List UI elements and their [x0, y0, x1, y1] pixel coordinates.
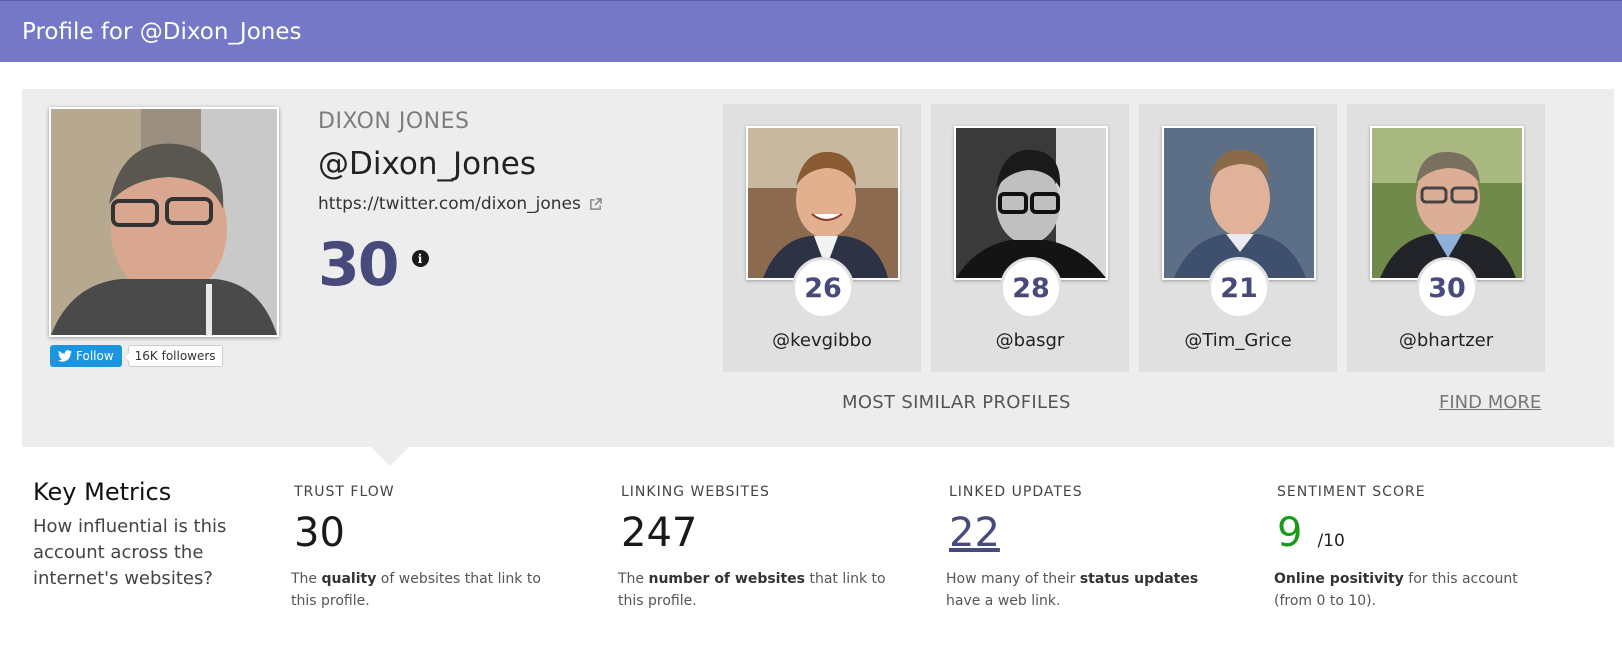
score-row: 30 i	[318, 230, 602, 300]
similar-profile-handle[interactable]: @Tim_Grice	[1139, 330, 1337, 351]
similar-profiles: 26 @kevgibbo 28 @basgr 21 @Tim_Grice 30 …	[723, 104, 1545, 372]
similar-profile-card[interactable]: 21 @Tim_Grice	[1139, 104, 1337, 372]
twitter-bird-icon	[58, 350, 72, 362]
profile-url-link[interactable]: https://twitter.com/dixon_jones	[318, 194, 581, 214]
similar-profile-handle[interactable]: @bhartzer	[1347, 330, 1545, 351]
metric-value: 30	[294, 510, 345, 556]
find-more-link[interactable]: FIND MORE	[1439, 392, 1541, 413]
profile-score: 30	[318, 230, 399, 300]
follow-button[interactable]: Follow	[50, 345, 122, 367]
metric-label: SENTIMENT SCORE	[1277, 484, 1426, 500]
metric-label: LINKING WEBSITES	[621, 484, 770, 500]
key-metrics-section: Key Metrics How influential is this acco…	[0, 470, 1622, 650]
metric-label: TRUST FLOW	[294, 484, 395, 500]
profile-real-name: DIXON JONES	[318, 109, 470, 134]
metric-description: Online positivity for this account (from…	[1274, 571, 1518, 609]
followers-count[interactable]: 16K followers	[122, 345, 223, 367]
similar-profile-handle[interactable]: @kevgibbo	[723, 330, 921, 351]
metric-label: LINKED UPDATES	[949, 484, 1083, 500]
info-icon[interactable]: i	[411, 250, 429, 267]
metric-description: How many of their status updates have a …	[946, 571, 1199, 609]
similar-profile-handle[interactable]: @basgr	[931, 330, 1129, 351]
metric-value-link[interactable]: 22	[949, 510, 1216, 556]
follow-label: Follow	[76, 349, 114, 363]
similar-profile-score: 28	[1000, 257, 1062, 319]
profile-info: DIXON JONES @Dixon_Jones https://twitter…	[318, 109, 602, 300]
metric-value: 9/10	[1277, 510, 1345, 556]
profile-handle: @Dixon_Jones	[318, 146, 536, 182]
external-link-icon[interactable]	[589, 197, 602, 211]
similar-profile-card[interactable]: 26 @kevgibbo	[723, 104, 921, 372]
profile-panel: Follow 16K followers DIXON JONES @Dixon_…	[22, 89, 1614, 466]
similar-profiles-title: MOST SIMILAR PROFILES	[842, 392, 1071, 413]
metric-linked-updates: LINKED UPDATES 22 How many of their stat…	[946, 484, 1216, 612]
page-header: Profile for @Dixon_Jones	[0, 0, 1622, 62]
panel-pointer	[371, 447, 409, 466]
similar-profile-card[interactable]: 28 @basgr	[931, 104, 1129, 372]
similar-profile-score: 21	[1208, 257, 1270, 319]
key-metrics-title: Key Metrics	[33, 478, 172, 506]
metric-out-of: /10	[1317, 531, 1345, 551]
similar-profile-score: 26	[792, 257, 854, 319]
metric-trust-flow: TRUST FLOW 30 The quality of websites th…	[291, 484, 561, 612]
metric-value: 247	[621, 510, 698, 556]
metric-sentiment-score: SENTIMENT SCORE 9/10 Online positivity f…	[1274, 484, 1544, 612]
profile-avatar	[49, 107, 279, 337]
similar-profile-card[interactable]: 30 @bhartzer	[1347, 104, 1545, 372]
metric-description: The number of websites that link to this…	[618, 571, 886, 609]
profile-url-row: https://twitter.com/dixon_jones	[318, 194, 602, 214]
twitter-follow-widget: Follow 16K followers	[50, 345, 223, 367]
similar-profile-score: 30	[1416, 257, 1478, 319]
page-title: Profile for @Dixon_Jones	[22, 18, 302, 45]
metric-linking-websites: LINKING WEBSITES 247 The number of websi…	[618, 484, 888, 612]
key-metrics-description: How influential is this account across t…	[33, 516, 227, 589]
metric-description: The quality of websites that link to thi…	[291, 571, 541, 609]
